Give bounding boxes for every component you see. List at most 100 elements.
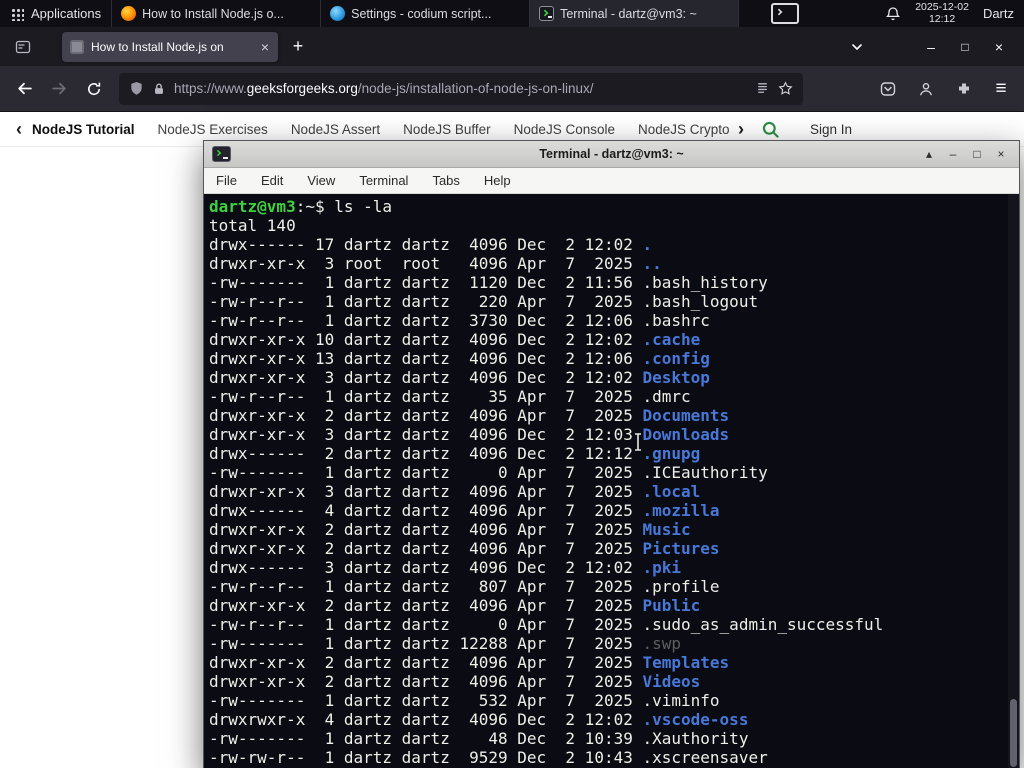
- ls-row: drwxr-xr-x 3 dartz dartz 4096 Apr 7 2025…: [209, 482, 701, 501]
- clock-time: 12:12: [928, 12, 956, 25]
- terminal-body[interactable]: dartz@vm3:~$ ls -la total 140 drwx------ 1…: [204, 194, 1019, 768]
- url-bar[interactable]: https://www.geeksforgeeks.org/node-js/in…: [119, 72, 803, 105]
- terminal-menu-item[interactable]: Terminal: [359, 173, 408, 188]
- url-path: /node-js/installation-of-node-js-on-linu…: [357, 81, 594, 96]
- file-name: .bash_history: [642, 273, 768, 292]
- site-nav-items: NodeJS Tutorial NodeJS Exercises NodeJS As…: [32, 122, 732, 137]
- file-name: Documents: [642, 406, 730, 425]
- browser-tab[interactable]: How to Install Node.js on ×: [62, 31, 278, 62]
- firefox-icon: [121, 6, 137, 21]
- terminal-scrollbar[interactable]: [1008, 194, 1019, 768]
- panel-window-button[interactable]: Settings - codium script...: [321, 0, 531, 27]
- file-name: .xscreensaver: [642, 748, 768, 767]
- file-name: .mozilla: [642, 501, 720, 520]
- file-name: .dmrc: [642, 387, 691, 406]
- terminal-app-icon: [212, 146, 231, 162]
- site-nav-item[interactable]: NodeJS Assert: [291, 122, 380, 137]
- top-panel: Applications How to Install Node.js o...…: [0, 0, 1024, 27]
- ls-row: -rw-r--r-- 1 dartz dartz 220 Apr 7 2025 …: [209, 292, 759, 311]
- file-name: Public: [642, 596, 701, 615]
- reload-button[interactable]: [78, 73, 110, 105]
- lock-icon[interactable]: [152, 82, 166, 96]
- terminal-title: Terminal - dartz@vm3: ~: [539, 147, 684, 161]
- file-name: Downloads: [642, 425, 730, 444]
- panel-window-button[interactable]: Terminal - dartz@vm3: ~: [530, 0, 740, 27]
- total-line: total 140: [209, 216, 296, 235]
- terminal-scrollbar-thumb[interactable]: [1010, 699, 1017, 767]
- ls-row: drwxr-xr-x 10 dartz dartz 4096 Dec 2 12:…: [209, 330, 701, 349]
- file-name: .ICEauthority: [642, 463, 768, 482]
- panel-window-label: Terminal - dartz@vm3: ~: [560, 6, 697, 21]
- file-name: .vscode-oss: [642, 710, 749, 729]
- terminal-prompt-line: dartz@vm3:~$ ls -la: [209, 197, 1019, 216]
- file-name: .: [642, 235, 653, 254]
- terminal-maximize-button[interactable]: □: [967, 142, 987, 166]
- ls-row: -rw-r--r-- 1 dartz dartz 807 Apr 7 2025 …: [209, 577, 720, 596]
- pocket-icon[interactable]: [872, 73, 904, 105]
- forward-button[interactable]: [43, 73, 75, 105]
- tab-close-icon[interactable]: ×: [260, 40, 270, 54]
- account-icon[interactable]: [910, 73, 942, 105]
- tracking-shield-icon[interactable]: [129, 81, 144, 96]
- terminal-menu-item[interactable]: Edit: [261, 173, 283, 188]
- site-nav-forward-chevron[interactable]: ›: [738, 120, 744, 138]
- file-name: Pictures: [642, 539, 720, 558]
- terminal-menu-item[interactable]: File: [216, 173, 237, 188]
- ls-row: -rw------- 1 dartz dartz 1120 Dec 2 11:5…: [209, 273, 768, 292]
- back-button[interactable]: [8, 73, 40, 105]
- window-close-button[interactable]: ×: [982, 27, 1016, 66]
- url-text: https://www.geeksforgeeks.org/node-js/in…: [174, 81, 747, 96]
- applications-label: Applications: [31, 6, 102, 21]
- terminal-close-button[interactable]: ×: [991, 142, 1011, 166]
- ls-row: -rw-r--r-- 1 dartz dartz 0 Apr 7 2025 .s…: [209, 615, 884, 634]
- list-all-tabs-chevron-icon[interactable]: [842, 32, 872, 62]
- tray-terminal-icon[interactable]: [771, 3, 800, 24]
- extensions-icon[interactable]: [948, 73, 980, 105]
- window-maximize-button[interactable]: □: [948, 27, 982, 66]
- ls-row: drwx------ 3 dartz dartz 4096 Dec 2 12:0…: [209, 558, 682, 577]
- notification-bell-icon[interactable]: [885, 6, 901, 22]
- site-nav-item[interactable]: NodeJS Tutorial: [32, 122, 135, 137]
- ls-row: -rw-r--r-- 1 dartz dartz 3730 Dec 2 12:0…: [209, 311, 710, 330]
- file-name: .gnupg: [642, 444, 701, 463]
- terminal-titlebar[interactable]: Terminal - dartz@vm3: ~ ▴ – □ ×: [204, 141, 1019, 168]
- site-nav-item[interactable]: NodeJS Exercises: [158, 122, 268, 137]
- bookmark-star-icon[interactable]: [778, 81, 793, 96]
- ls-row: drwx------ 17 dartz dartz 4096 Dec 2 12:…: [209, 235, 653, 254]
- terminal-icon: [539, 6, 555, 21]
- applications-menu-button[interactable]: Applications: [0, 0, 111, 27]
- ls-row: drwx------ 4 dartz dartz 4096 Apr 7 2025…: [209, 501, 720, 520]
- terminal-menu-item[interactable]: Help: [484, 173, 511, 188]
- window-minimize-button[interactable]: –: [914, 27, 948, 66]
- firefox-view-icon[interactable]: [10, 34, 36, 60]
- site-nav-back-chevron[interactable]: ‹: [16, 120, 22, 138]
- ls-row: drwxr-xr-x 3 root root 4096 Apr 7 2025 .…: [209, 254, 662, 273]
- site-nav-item[interactable]: NodeJS Console: [514, 122, 615, 137]
- reader-view-icon[interactable]: [755, 81, 770, 96]
- menu-hamburger-icon[interactable]: ≡: [986, 74, 1016, 104]
- browser-toolbar: https://www.geeksforgeeks.org/node-js/in…: [0, 66, 1024, 112]
- screen: Applications How to Install Node.js o...…: [0, 0, 1024, 768]
- terminal-menu-item[interactable]: View: [307, 173, 335, 188]
- ls-row: drwxr-xr-x 2 dartz dartz 4096 Apr 7 2025…: [209, 596, 701, 615]
- terminal-minimize-button[interactable]: –: [943, 142, 963, 166]
- sign-in-link[interactable]: Sign In: [810, 122, 852, 137]
- file-name: .profile: [642, 577, 720, 596]
- site-search-icon[interactable]: [758, 117, 782, 141]
- panel-clock[interactable]: 2025-12-02 12:12: [915, 1, 969, 25]
- ls-row: -rw------- 1 dartz dartz 532 Apr 7 2025 …: [209, 691, 720, 710]
- panel-window-button[interactable]: How to Install Node.js o...: [112, 0, 322, 27]
- ls-row: drwxr-xr-x 13 dartz dartz 4096 Dec 2 12:…: [209, 349, 710, 368]
- clock-date: 2025-12-02: [915, 1, 969, 13]
- terminal-shade-button[interactable]: ▴: [919, 142, 939, 166]
- panel-window-buttons: How to Install Node.js o... Settings - co…: [111, 0, 740, 27]
- site-nav-item[interactable]: NodeJS Buffer: [403, 122, 491, 137]
- site-nav-item[interactable]: NodeJS Crypto: [638, 122, 730, 137]
- browser-tab-bar: How to Install Node.js on × + – □ ×: [0, 27, 1024, 66]
- file-name: .local: [642, 482, 701, 501]
- tab-title: How to Install Node.js on: [91, 39, 224, 54]
- terminal-menu-item[interactable]: Tabs: [432, 173, 459, 188]
- prompt-suffix: :~$: [295, 197, 335, 216]
- file-name: Videos: [642, 672, 701, 691]
- new-tab-button[interactable]: +: [284, 33, 312, 61]
